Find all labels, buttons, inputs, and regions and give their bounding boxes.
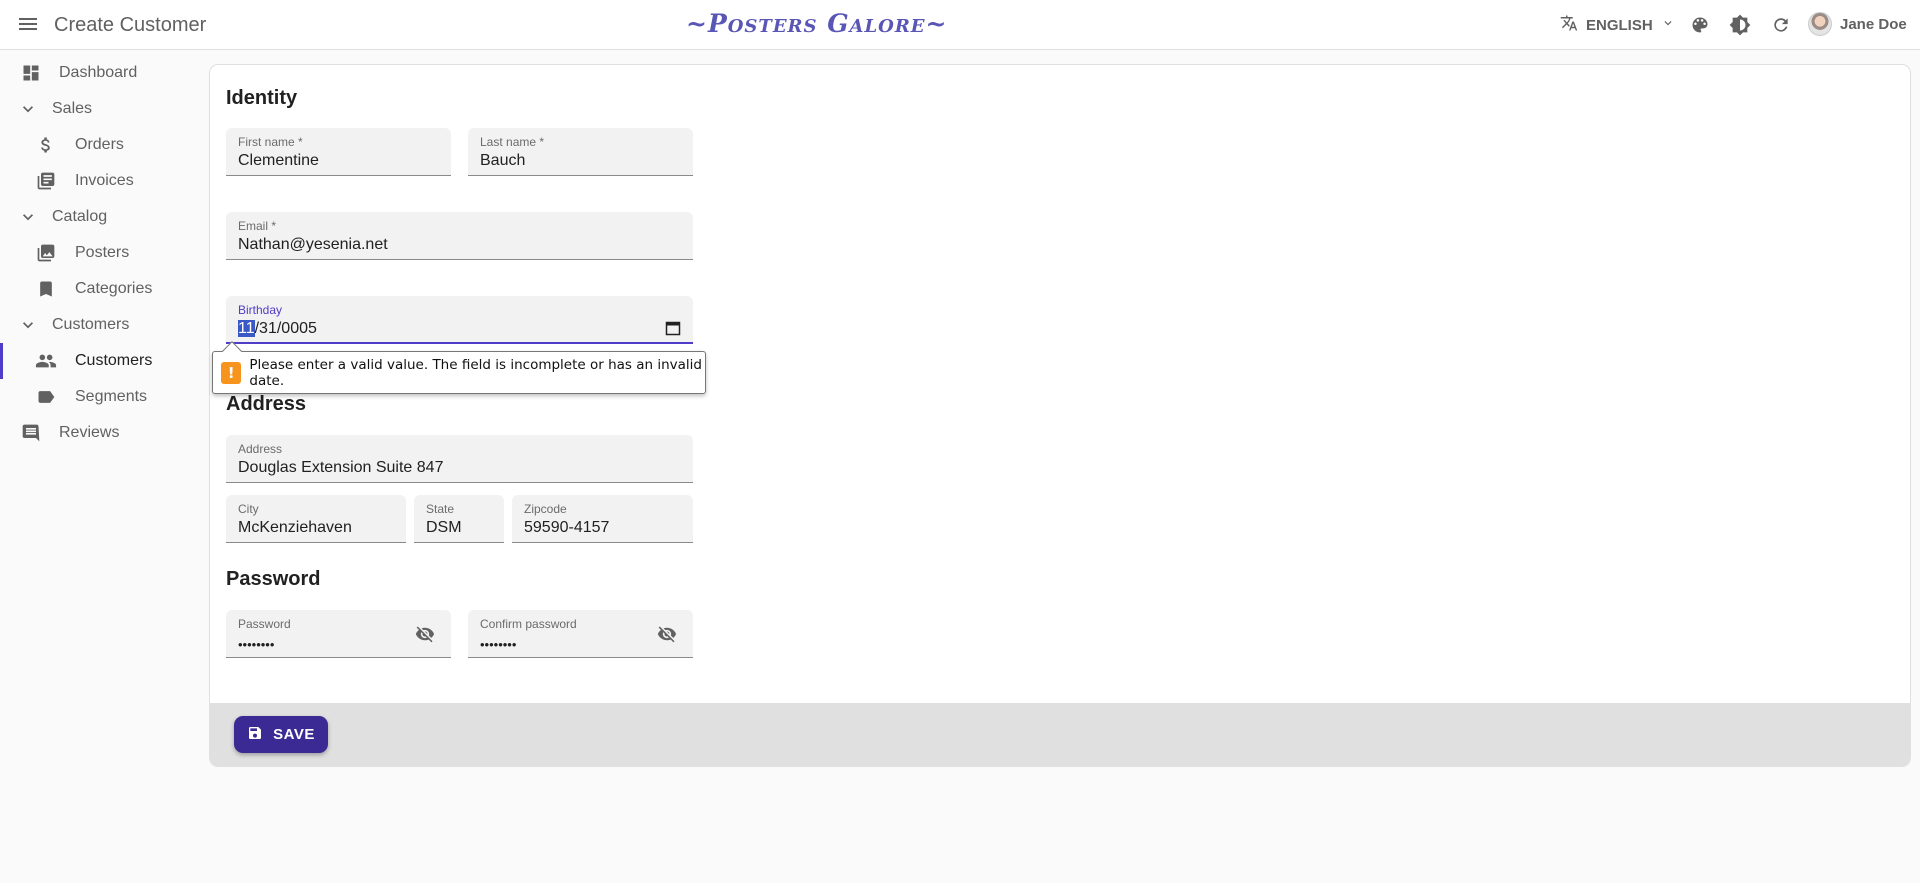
chevron-down-icon xyxy=(16,97,40,121)
field-value: 59590-4157 xyxy=(524,519,610,536)
last-name-field[interactable]: Last name * Bauch xyxy=(468,128,693,176)
birthday-field[interactable]: Birthday 11/31/0005 xyxy=(226,296,693,344)
customer-create-form: Identity First name * Clementine Last na… xyxy=(209,64,1911,767)
confirm-password-field[interactable]: Confirm password •••••••• xyxy=(468,610,693,658)
field-label: Email * xyxy=(238,219,277,233)
zipcode-field[interactable]: Zipcode 59590-4157 xyxy=(512,495,693,543)
warning-icon: ! xyxy=(221,361,242,384)
password-field[interactable]: Password •••••••• xyxy=(226,610,451,658)
sidebar-item-label: Sales xyxy=(52,100,93,117)
state-field[interactable]: State DSM xyxy=(414,495,504,543)
sidebar-item-customers[interactable]: Customers xyxy=(0,343,200,379)
field-label: Zipcode xyxy=(524,502,567,516)
sidebar-item-label: Segments xyxy=(75,388,148,405)
sidebar-group-sales[interactable]: Sales xyxy=(0,91,200,127)
field-label: Last name * xyxy=(480,135,545,149)
sidebar-group-customers[interactable]: Customers xyxy=(0,307,200,343)
save-label: SAVE xyxy=(273,726,315,743)
date-month-segment[interactable]: 11 xyxy=(238,320,255,337)
sidebar-item-label: Customers xyxy=(75,352,153,369)
sidebar-item-posters[interactable]: Posters xyxy=(0,235,200,271)
field-label: Address xyxy=(238,442,283,456)
city-field[interactable]: City McKenziehaven xyxy=(226,495,406,543)
app-bar: Create Customer ~Posters Galore~ ENGLISH… xyxy=(0,0,1920,50)
sidebar-item-invoices[interactable]: Invoices xyxy=(0,163,200,199)
user-name: Jane Doe xyxy=(1840,15,1907,33)
sidebar-item-dashboard[interactable]: Dashboard xyxy=(0,55,200,91)
people-icon xyxy=(34,349,58,373)
dollar-icon xyxy=(34,133,58,157)
field-label: Confirm password xyxy=(480,617,577,631)
user-menu[interactable]: Jane Doe xyxy=(1808,12,1907,36)
field-label: Birthday xyxy=(238,303,283,317)
language-label: ENGLISH xyxy=(1586,16,1653,34)
field-label: First name * xyxy=(238,135,303,149)
sidebar-item-label: Categories xyxy=(75,280,153,297)
first-name-field[interactable]: First name * Clementine xyxy=(226,128,451,176)
bookmark-icon xyxy=(34,277,58,301)
save-button[interactable]: SAVE xyxy=(234,716,328,753)
sidebar-item-orders[interactable]: Orders xyxy=(0,127,200,163)
sidebar-item-label: Posters xyxy=(75,244,130,261)
field-value: •••••••• xyxy=(238,637,275,652)
translate-icon xyxy=(1560,14,1578,37)
sidebar-item-reviews[interactable]: Reviews xyxy=(0,415,200,451)
refresh-icon[interactable] xyxy=(1770,14,1792,36)
date-rest-segment[interactable]: /31/0005 xyxy=(255,320,317,337)
dashboard-icon xyxy=(19,61,43,85)
section-title-identity: Identity xyxy=(226,87,298,109)
field-value: Douglas Extension Suite 847 xyxy=(238,459,444,476)
sidebar-item-label: Catalog xyxy=(52,208,108,225)
tooltip-message: Please enter a valid value. The field is… xyxy=(249,356,703,389)
chevron-down-icon xyxy=(1661,16,1675,34)
save-icon xyxy=(247,725,263,745)
sidebar-item-label: Invoices xyxy=(75,172,134,189)
page-title: Create Customer xyxy=(54,14,207,36)
field-value: Bauch xyxy=(480,152,526,169)
address-field[interactable]: Address Douglas Extension Suite 847 xyxy=(226,435,693,483)
language-selector[interactable]: ENGLISH xyxy=(1560,14,1675,36)
library-books-icon xyxy=(34,169,58,193)
field-value: Clementine xyxy=(238,152,319,169)
label-icon xyxy=(34,385,58,409)
brightness-icon[interactable] xyxy=(1729,14,1751,36)
visibility-off-icon[interactable] xyxy=(657,624,679,646)
sidebar-item-segments[interactable]: Segments xyxy=(0,379,200,415)
sidebar-item-label: Dashboard xyxy=(59,64,138,81)
form-toolbar: SAVE xyxy=(210,703,1910,766)
field-value: DSM xyxy=(426,519,462,536)
brand-logo: ~Posters Galore~ xyxy=(686,9,948,38)
field-value: 11/31/0005 xyxy=(238,320,317,338)
calendar-icon[interactable] xyxy=(665,320,681,336)
chevron-down-icon xyxy=(16,205,40,229)
field-value: McKenziehaven xyxy=(238,519,352,536)
collections-icon xyxy=(34,241,58,265)
field-value: •••••••• xyxy=(480,637,517,652)
field-label: City xyxy=(238,502,259,516)
visibility-off-icon[interactable] xyxy=(415,624,437,646)
sidebar-item-label: Customers xyxy=(52,316,130,333)
sidebar-item-label: Reviews xyxy=(59,424,120,441)
menu-icon[interactable] xyxy=(18,15,38,35)
sidebar-item-label: Orders xyxy=(75,136,124,153)
field-value: Nathan@yesenia.net xyxy=(238,236,388,253)
email-field[interactable]: Email * Nathan@yesenia.net xyxy=(226,212,693,260)
chevron-down-icon xyxy=(16,313,40,337)
sidebar-item-categories[interactable]: Categories xyxy=(0,271,200,307)
sidebar-group-catalog[interactable]: Catalog xyxy=(0,199,200,235)
validation-tooltip: ! Please enter a valid value. The field … xyxy=(212,341,706,394)
field-label: Password xyxy=(238,617,291,631)
avatar xyxy=(1808,12,1832,36)
palette-icon[interactable] xyxy=(1689,14,1711,36)
section-title-address: Address xyxy=(226,393,307,415)
section-title-password: Password xyxy=(226,568,321,590)
field-label: State xyxy=(426,502,455,516)
comment-icon xyxy=(19,421,43,445)
